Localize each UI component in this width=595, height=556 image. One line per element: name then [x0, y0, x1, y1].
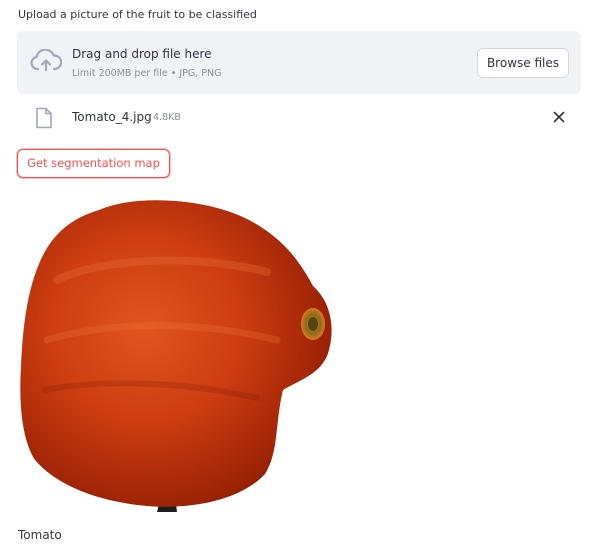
uploader-label: Upload a picture of the fruit to be clas…: [18, 8, 257, 21]
file-size: 4.8KB: [153, 112, 181, 123]
file-dropzone[interactable]: Drag and drop file here Limit 200MB per …: [17, 31, 581, 94]
browse-files-button[interactable]: Browse files: [476, 48, 569, 78]
dropzone-limit: Limit 200MB per file • JPG, PNG: [72, 68, 222, 79]
uploaded-file-row: Tomato_4.jpg 4.8KB: [17, 104, 581, 132]
app-main: Upload a picture of the fruit to be clas…: [0, 0, 595, 556]
file-name: Tomato_4.jpg: [72, 110, 152, 124]
uploaded-fruit-image: [20, 200, 332, 512]
get-segmentation-map-button[interactable]: Get segmentation map: [17, 149, 170, 178]
file-icon: [36, 107, 52, 129]
cloud-upload-icon: [30, 49, 62, 72]
close-icon[interactable]: [552, 110, 566, 124]
dropzone-title: Drag and drop file here: [72, 47, 212, 61]
classification-result: Tomato: [18, 528, 62, 542]
